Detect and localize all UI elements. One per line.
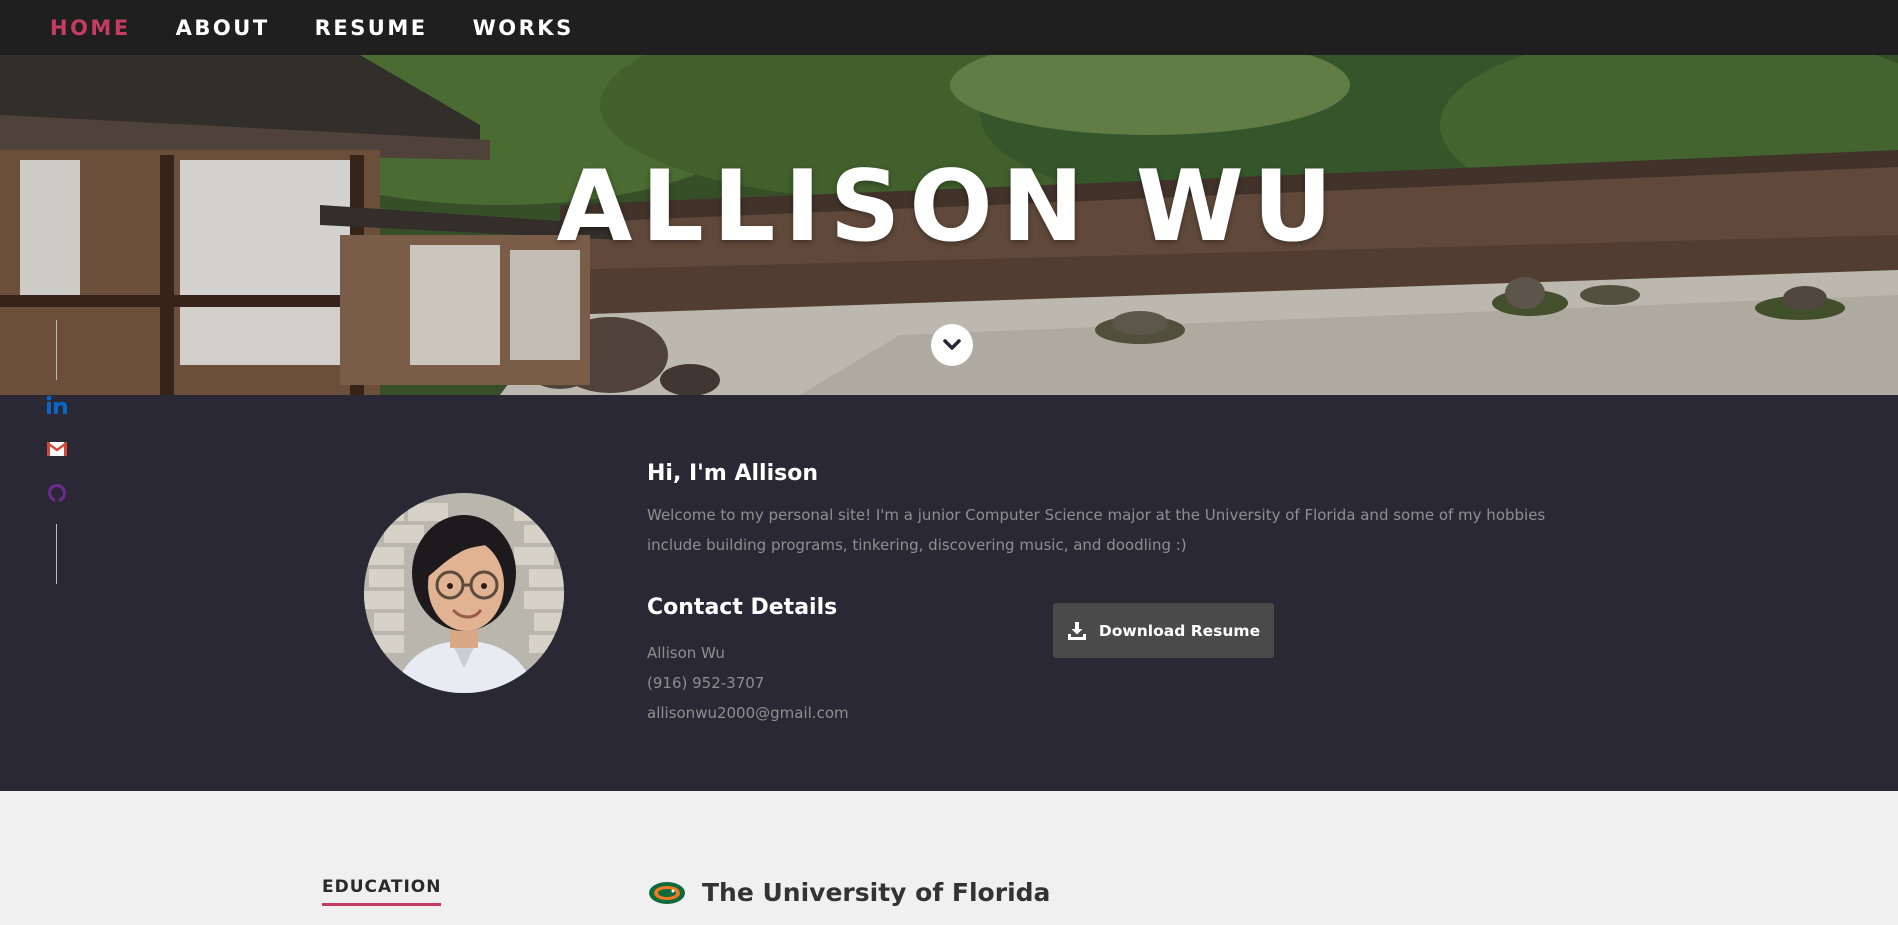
download-resume-button[interactable]: Download Resume <box>1053 603 1274 658</box>
about-section: Hi, I'm Allison Welcome to my personal s… <box>0 395 1898 791</box>
linkedin-link[interactable] <box>44 392 70 418</box>
education-label: EDUCATION <box>322 877 442 906</box>
nav-item-works[interactable]: WORKS <box>473 16 574 40</box>
intro-paragraph: Welcome to my personal site! I'm a junio… <box>647 506 1546 554</box>
intro-heading: Hi, I'm Allison <box>647 461 818 486</box>
download-icon <box>1067 621 1087 641</box>
profile-photo <box>364 493 564 693</box>
rail-divider-top <box>56 320 57 380</box>
intro-block: Hi, I'm Allison Welcome to my personal s… <box>647 461 1547 560</box>
nav-item-resume[interactable]: RESUME <box>315 16 428 40</box>
gmail-link[interactable] <box>44 436 70 462</box>
github-link[interactable] <box>44 480 70 506</box>
chevron-down-icon <box>943 339 961 350</box>
school-entry: The University of Florida <box>648 878 1050 907</box>
linkedin-icon <box>46 395 67 414</box>
contact-details: Allison Wu (916) 952-3707 allisonwu2000@… <box>647 638 849 728</box>
contact-name: Allison Wu <box>647 644 725 662</box>
gmail-icon <box>46 442 68 456</box>
scroll-down-button[interactable] <box>931 324 973 366</box>
social-links <box>44 320 70 584</box>
contact-heading: Contact Details <box>647 595 838 620</box>
hero-title: ALLISON WU <box>556 150 1342 264</box>
hero-banner: ALLISON WU <box>0 55 1898 395</box>
nav-item-about[interactable]: ABOUT <box>176 16 270 40</box>
profile-photo-image <box>364 493 564 693</box>
github-icon <box>48 484 66 502</box>
top-nav: HOME ABOUT RESUME WORKS <box>0 0 1898 55</box>
contact-email: allisonwu2000@gmail.com <box>647 704 849 722</box>
school-name: The University of Florida <box>702 878 1051 907</box>
resume-section: EDUCATION The University of Florida <box>0 791 1898 925</box>
download-resume-label: Download Resume <box>1098 621 1261 640</box>
contact-phone: (916) 952-3707 <box>647 674 765 692</box>
nav-list: HOME ABOUT RESUME WORKS <box>0 0 1898 55</box>
rail-divider-bottom <box>56 524 57 584</box>
gator-logo-icon <box>649 881 685 904</box>
nav-item-home[interactable]: HOME <box>50 16 131 40</box>
